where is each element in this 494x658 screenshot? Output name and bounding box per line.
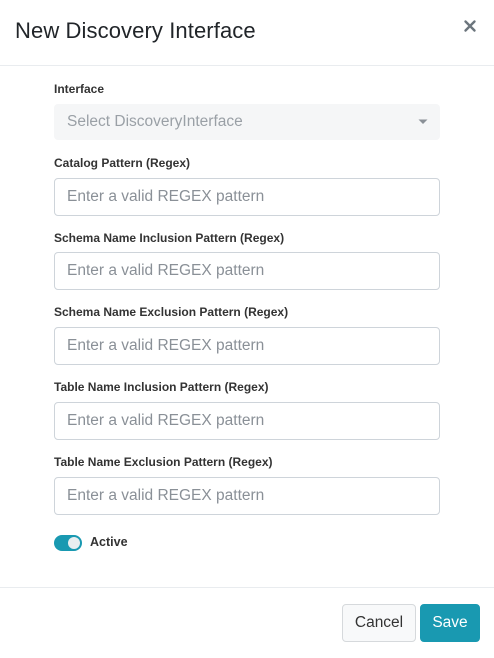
interface-select[interactable]: Select DiscoveryInterface (54, 104, 440, 140)
dialog-title: New Discovery Interface (15, 18, 256, 43)
toggle-knob (68, 537, 80, 549)
active-label: Active (90, 535, 128, 549)
schema-exclusion-label: Schema Name Exclusion Pattern (Regex) (54, 305, 289, 319)
cancel-button[interactable]: Cancel (342, 604, 416, 642)
active-toggle-switch[interactable] (54, 535, 82, 551)
new-discovery-interface-dialog: New Discovery Interface Interface Select… (0, 0, 494, 658)
close-button[interactable] (458, 14, 482, 38)
dialog-footer: Cancel Save (0, 587, 494, 658)
schema-exclusion-input[interactable] (54, 327, 440, 365)
caret-down-icon (418, 119, 428, 125)
table-exclusion-input[interactable] (54, 477, 440, 515)
table-exclusion-label: Table Name Exclusion Pattern (Regex) (54, 455, 273, 469)
interface-label: Interface (54, 82, 105, 96)
save-button[interactable]: Save (420, 604, 480, 642)
dialog-header: New Discovery Interface (0, 0, 494, 66)
table-inclusion-label: Table Name Inclusion Pattern (Regex) (54, 380, 269, 394)
table-inclusion-input[interactable] (54, 402, 440, 440)
schema-inclusion-label: Schema Name Inclusion Pattern (Regex) (54, 231, 285, 245)
interface-select-value: Select DiscoveryInterface (67, 113, 243, 130)
close-icon (458, 14, 482, 38)
catalog-pattern-input[interactable] (54, 178, 440, 216)
catalog-pattern-label: Catalog Pattern (Regex) (54, 156, 191, 170)
schema-inclusion-input[interactable] (54, 252, 440, 290)
